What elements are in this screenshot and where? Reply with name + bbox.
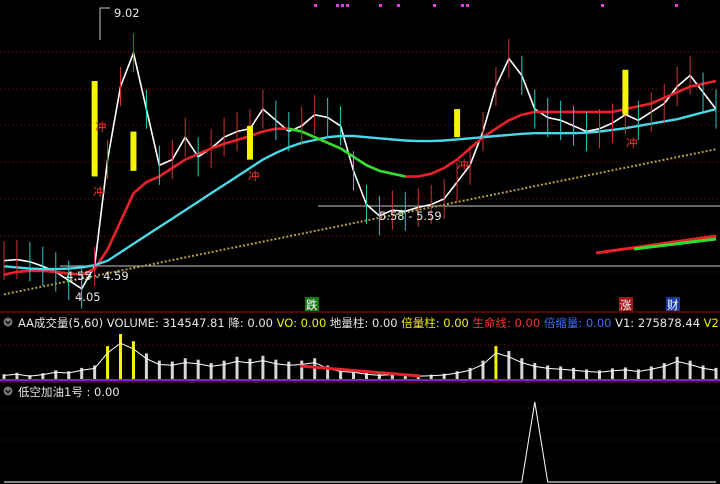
lifeline-ma-line bbox=[3, 79, 717, 277]
cai-marker: 财 bbox=[667, 298, 679, 312]
falling-ma-segment bbox=[392, 172, 406, 178]
volume-bar bbox=[170, 361, 174, 380]
volume-header: AA成交量(5,60) VOLUME: 314547.81 降: 0.00 VO… bbox=[3, 316, 720, 330]
low-label: 4.05 bbox=[75, 290, 101, 304]
volume-field: 降: 0.00 bbox=[225, 316, 273, 330]
top-signal-dots bbox=[314, 4, 678, 7]
high-pointer bbox=[99, 7, 110, 40]
volume-bar bbox=[119, 334, 123, 380]
volume-bar bbox=[559, 366, 563, 380]
signal-label: 冲 bbox=[93, 185, 105, 199]
range-mid-label: 5.58 - 5.59 bbox=[379, 209, 442, 223]
volume-bar bbox=[248, 358, 252, 380]
volume-bar bbox=[274, 359, 278, 380]
indicator-grid bbox=[0, 407, 720, 441]
volume-bar bbox=[610, 368, 614, 380]
trend-stroke-red bbox=[595, 234, 717, 255]
falling-ma-segment bbox=[301, 130, 316, 139]
high-label: 9.02 bbox=[114, 6, 140, 20]
price-layer bbox=[3, 33, 717, 309]
volume-field: 生命线: 0.00 bbox=[469, 316, 540, 330]
die-marker: 跌 bbox=[306, 298, 318, 312]
signal-label: 冲 bbox=[95, 120, 107, 134]
indicator-header: 低空加油1号 : 0.00 bbox=[3, 385, 120, 399]
range-low-label: 4.55 - 4.59 bbox=[66, 269, 129, 283]
volume-field: VOLUME: 314547.81 bbox=[103, 316, 225, 330]
volume-bar bbox=[313, 358, 317, 380]
volume-field: 倍缩量: 0.00 bbox=[540, 316, 611, 330]
signal-bar bbox=[454, 109, 461, 138]
signal-bar bbox=[130, 131, 137, 171]
volume-field-row: AA成交量(5,60) VOLUME: 314547.81 降: 0.00 VO… bbox=[18, 316, 720, 330]
volume-bar bbox=[209, 363, 213, 380]
chart-canvas: 9.02 4.05 4.55 - 4.59 5.58 - 5.59 冲 冲 冲 … bbox=[0, 4, 720, 483]
signal-bar bbox=[246, 125, 253, 160]
falling-ma-segment bbox=[327, 141, 342, 150]
volume-bar bbox=[287, 361, 291, 380]
volume-bar bbox=[222, 360, 226, 380]
indicator-line bbox=[4, 401, 716, 483]
volume-field: 地量柱: 0.00 bbox=[326, 316, 397, 330]
volume-bar bbox=[261, 355, 265, 380]
signal-label: 冲 bbox=[626, 136, 638, 150]
volume-bar bbox=[520, 358, 524, 380]
volume-bar bbox=[183, 358, 187, 380]
volume-bar bbox=[131, 341, 135, 380]
volume-field: 倍量柱: 0.00 bbox=[398, 316, 469, 330]
volume-bar bbox=[623, 367, 627, 380]
falling-ma-segment bbox=[352, 155, 368, 167]
volume-field: VO: 0.00 bbox=[273, 316, 326, 330]
volume-bar bbox=[546, 365, 550, 380]
volume-bar bbox=[106, 346, 110, 380]
signal-bar bbox=[622, 69, 629, 115]
indicator-layer bbox=[4, 401, 716, 483]
volume-bar bbox=[235, 356, 239, 380]
volume-bar bbox=[507, 350, 511, 380]
signal-label: 冲 bbox=[457, 158, 469, 172]
indicator-title: 低空加油1号 : 0.00 bbox=[18, 385, 120, 399]
collapse-icon[interactable] bbox=[3, 317, 13, 327]
volume-bar bbox=[494, 346, 498, 380]
collapse-icon[interactable] bbox=[3, 386, 13, 396]
volume-layer bbox=[0, 334, 720, 381]
volume-bar bbox=[675, 356, 679, 380]
volume-bar bbox=[196, 359, 200, 380]
volume-field: V2: 4 bbox=[700, 316, 720, 330]
volume-bar bbox=[300, 360, 304, 380]
falling-ma-segment bbox=[379, 169, 393, 175]
zhang-marker: 涨 bbox=[620, 298, 632, 312]
signal-labels: 冲 冲 冲 冲 冲 bbox=[93, 120, 638, 199]
signal-label: 冲 bbox=[248, 169, 260, 183]
falling-ma-segment bbox=[365, 164, 380, 173]
volume-bar bbox=[54, 370, 58, 380]
volume-lifeline bbox=[299, 364, 421, 378]
volume-bar bbox=[688, 360, 692, 380]
volume-field: V1: 275878.44 bbox=[611, 316, 700, 330]
volume-field: AA成交量(5,60) bbox=[18, 316, 103, 330]
